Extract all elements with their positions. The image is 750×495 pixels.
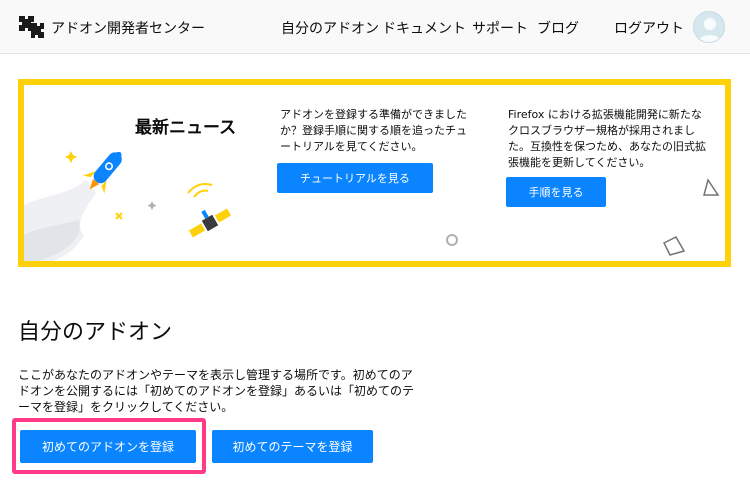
nav-my-addons[interactable]: 自分のアドオン (281, 18, 379, 38)
nav-support[interactable]: サポート (472, 18, 528, 38)
view-tutorial-button[interactable]: チュートリアルを見る (277, 163, 433, 193)
intro-text: ここがあなたのアドオンやテーマを表示し管理する場所です。初めてのアドオンを公開す… (18, 368, 415, 414)
user-avatar-icon[interactable] (693, 11, 725, 43)
puzzle-logo-icon[interactable] (17, 14, 45, 40)
nav-documents[interactable]: ドキュメント (382, 18, 466, 38)
submit-first-theme-button[interactable]: 初めてのテーマを登録 (212, 430, 373, 463)
nav-blog[interactable]: ブログ (537, 18, 579, 38)
news-item-1-text: アドオンを登録する準備ができましたか？登録手順に関する順を追ったチュートリアルを… (280, 108, 467, 153)
news-banner: 最新ニュース アドオンを登録する準備ができましたか？登録手順に関する順を追ったチ… (18, 79, 731, 267)
nav-logout[interactable]: ログアウト (614, 18, 684, 38)
site-title[interactable]: アドオン開発者センター (51, 18, 205, 38)
view-steps-button[interactable]: 手順を見る (506, 177, 606, 207)
news-item-2-text: Firefox における拡張機能開発に新たなクロスブラウザー規格が採用されました… (508, 108, 706, 169)
site-header: アドオン開発者センター 自分のアドオン ドキュメント サポート ブログ ログアウ… (0, 0, 750, 54)
page-title: 自分のアドオン (18, 320, 173, 345)
submit-first-addon-button[interactable]: 初めてのアドオンを登録 (20, 430, 196, 463)
news-heading: 最新ニュース (135, 118, 237, 138)
